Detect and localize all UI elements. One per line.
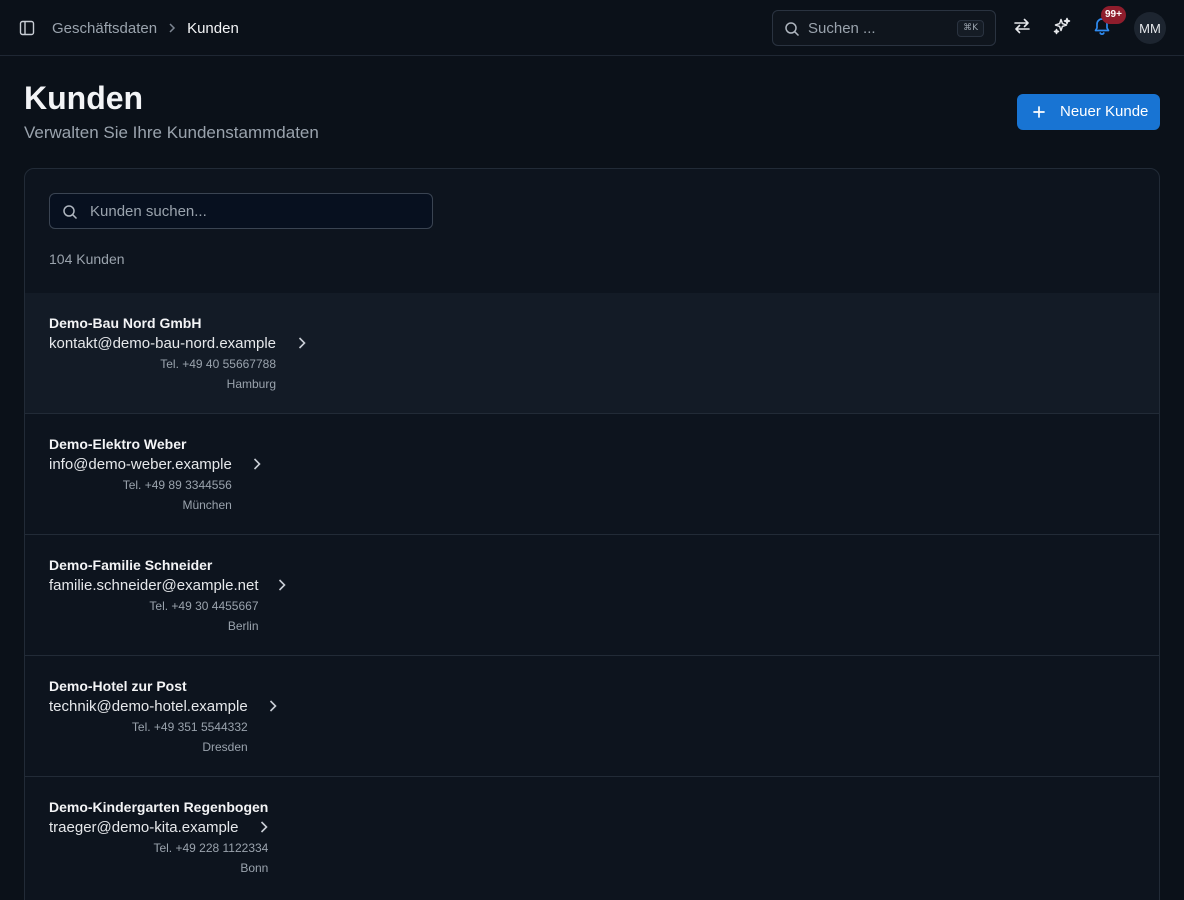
new-customer-button[interactable]: Neuer Kunde (1017, 94, 1160, 130)
customer-email: traeger@demo-kita.example (49, 819, 239, 836)
customer-city: Bonn (240, 861, 269, 875)
customer-name: Demo-Bau Nord GmbH (49, 315, 202, 331)
chevron-right-icon (168, 22, 176, 34)
notification-count-badge: 99+ (1101, 6, 1126, 24)
customer-list: Demo-Bau Nord GmbH kontakt@demo-bau-nord… (25, 293, 1159, 897)
customer-row[interactable]: Demo-Kindergarten Regenbogen traeger@dem… (25, 776, 1159, 897)
customer-city: Hamburg (226, 377, 277, 391)
chevron-right-icon (296, 335, 308, 351)
breadcrumb-link-geschaeftsdaten[interactable]: Geschäftsdaten (52, 20, 157, 37)
customer-name: Demo-Kindergarten Regenbogen (49, 799, 269, 815)
customer-info: Demo-Hotel zur Post technik@demo-hotel.e… (49, 678, 248, 754)
chevron-right-icon (267, 698, 279, 714)
chevron-right-icon (258, 819, 270, 835)
customer-row[interactable]: Demo-Bau Nord GmbH kontakt@demo-bau-nord… (25, 293, 1159, 413)
customer-phone: Tel. +49 351 5544332 (131, 720, 248, 734)
customer-email: kontakt@demo-bau-nord.example (49, 335, 277, 352)
search-icon (62, 204, 78, 220)
customer-info: Demo-Elektro Weber info@demo-weber.examp… (49, 436, 232, 512)
customer-phone: Tel. +49 228 1122334 (153, 841, 269, 855)
global-search-input[interactable]: Suchen ... ⌘K (772, 10, 996, 46)
plus-icon (1031, 104, 1047, 120)
customer-city: Dresden (202, 740, 248, 754)
arrows-left-right-icon (1012, 16, 1032, 41)
breadcrumb: Geschäftsdaten Kunden (52, 18, 239, 38)
customer-name: Demo-Hotel zur Post (49, 678, 187, 694)
customer-city: München (182, 498, 232, 512)
ai-assistant-button[interactable] (1050, 16, 1074, 40)
sidebar-toggle-icon[interactable] (16, 17, 38, 39)
switch-button[interactable] (1010, 16, 1034, 40)
customer-phone: Tel. +49 89 3344556 (122, 478, 232, 492)
customer-info: Demo-Familie Schneider familie.schneider… (49, 557, 259, 633)
customer-email: familie.schneider@example.net (49, 577, 259, 594)
customer-email: technik@demo-hotel.example (49, 698, 248, 715)
customer-city: Berlin (227, 619, 259, 633)
customer-search-field[interactable] (49, 193, 433, 229)
new-customer-button-label: Neuer Kunde (1060, 103, 1149, 120)
breadcrumb-current: Kunden (187, 19, 239, 37)
customer-search-input[interactable] (90, 194, 420, 228)
customer-email: info@demo-weber.example (49, 456, 232, 473)
top-bar: Geschäftsdaten Kunden Suchen ... ⌘K 99+ … (0, 0, 1184, 56)
user-avatar[interactable]: MM (1134, 12, 1166, 44)
customer-phone: Tel. +49 40 55667788 (160, 357, 277, 371)
customer-row[interactable]: Demo-Elektro Weber info@demo-weber.examp… (25, 413, 1159, 534)
page-title: Kunden (24, 80, 144, 116)
customer-info: Demo-Kindergarten Regenbogen traeger@dem… (49, 799, 268, 875)
sparkles-icon (1053, 17, 1071, 40)
customer-row[interactable]: Demo-Familie Schneider familie.schneider… (25, 534, 1159, 655)
customer-list-card: 104 Kunden Demo-Bau Nord GmbH kontakt@de… (24, 168, 1160, 900)
chevron-right-icon (251, 456, 263, 472)
chevron-right-icon (276, 577, 288, 593)
customer-phone: Tel. +49 30 4455667 (149, 599, 259, 613)
search-icon (784, 21, 800, 37)
customer-row[interactable]: Demo-Hotel zur Post technik@demo-hotel.e… (25, 655, 1159, 776)
page-subtitle: Verwalten Sie Ihre Kundenstammdaten (24, 123, 319, 142)
customer-name: Demo-Familie Schneider (49, 557, 213, 573)
global-search-placeholder: Suchen ... (808, 20, 876, 37)
customer-name: Demo-Elektro Weber (49, 436, 187, 452)
customer-info: Demo-Bau Nord GmbH kontakt@demo-bau-nord… (49, 315, 276, 391)
search-shortcut-hint: ⌘K (957, 20, 984, 37)
customer-count: 104 Kunden (49, 251, 125, 267)
